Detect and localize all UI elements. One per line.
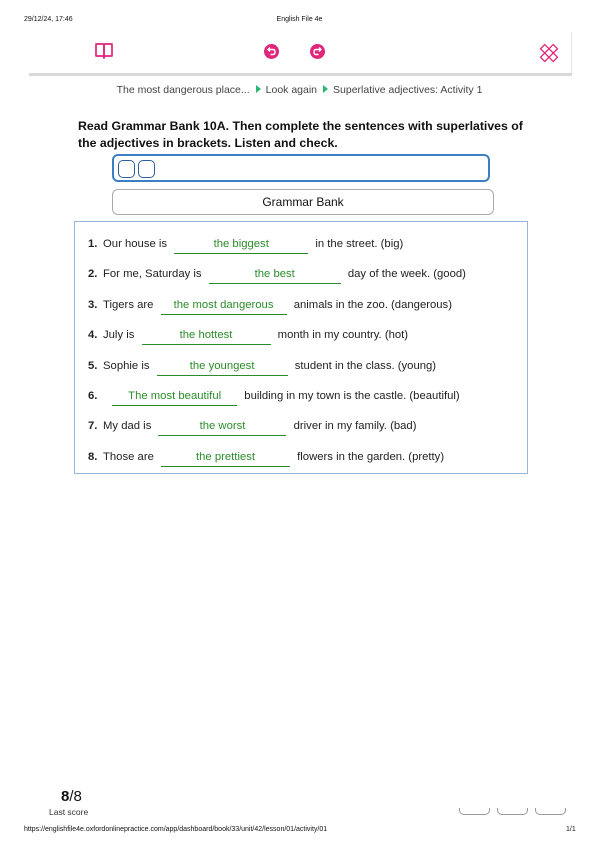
breadcrumb-item[interactable]: The most dangerous place... [117,84,250,96]
breadcrumb-arrow-icon [255,85,261,93]
list-item: 3. Tigers are the most dangerous animals … [88,296,452,315]
list-item: 2. For me, Saturday is the best day of th… [88,265,466,284]
breadcrumb-arrow-icon [323,85,329,93]
list-item: 8. Those are the prettiest flowers in the… [88,448,444,467]
nav-tab[interactable] [497,808,528,815]
print-title: English File 4e [276,16,323,23]
instruction-text: Read Grammar Bank 10A. Then complete the… [78,119,523,150]
print-page-number: 1/1 [566,826,576,833]
nav-tab[interactable] [459,808,490,815]
answer-box[interactable] [112,154,490,182]
grammar-bank-button[interactable]: Grammar Bank [112,189,494,215]
answer-gap[interactable]: the biggest [174,235,309,254]
list-item: 4. July is the hottest month in my countr… [88,326,408,345]
breadcrumb-item[interactable]: Look again [266,84,317,96]
list-item: 5. Sophie is the youngest student in the … [88,357,436,376]
redo-icon[interactable] [310,44,325,59]
pencil-ruler-icon[interactable] [539,43,559,63]
answer-gap[interactable]: the youngest [156,357,288,376]
answer-slot[interactable] [118,160,135,178]
score-label: Last score [49,807,89,817]
answer-gap[interactable]: the prettiest [161,448,291,467]
answer-gap[interactable]: the worst [158,417,287,436]
answer-gap[interactable]: the hottest [141,326,271,345]
print-url: https://englishfile4e.oxfordonlinepracti… [24,826,328,833]
breadcrumb: The most dangerous place... Look again Sup… [0,84,599,96]
toolbar-divider [29,73,572,76]
answer-gap[interactable]: the best [208,265,341,284]
list-item: 1. Our house is the biggest in the street… [88,235,403,254]
book-icon[interactable] [94,42,114,60]
list-item: 6. The most beautiful building in my tow… [88,387,460,406]
undo-icon[interactable] [264,44,279,59]
toolbar-edge [571,32,572,74]
breadcrumb-item-current: Superlative adjectives: Activity 1 [333,84,483,96]
list-item: 7. My dad is the worst driver in my famil… [88,417,416,436]
nav-tab[interactable] [535,808,566,815]
exercise-panel [74,221,528,474]
answer-slot[interactable] [138,160,155,178]
answer-gap[interactable]: the most dangerous [160,296,287,315]
answer-gap[interactable]: The most beautiful [112,387,238,406]
score-value: 8/8 [61,788,82,805]
